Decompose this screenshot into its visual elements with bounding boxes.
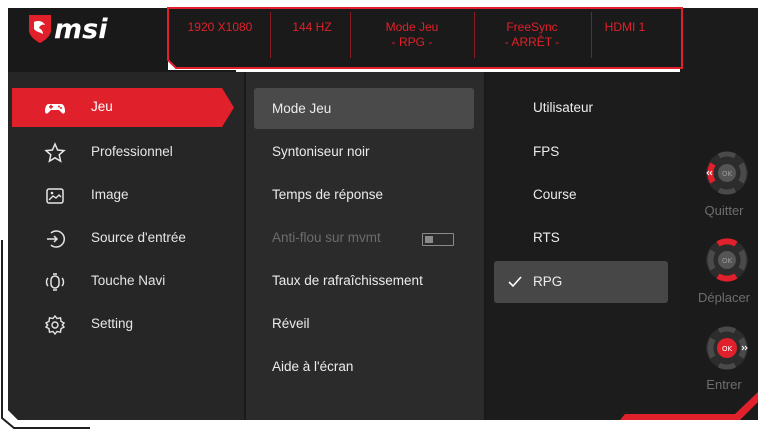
joystick-press-icon: OK <box>706 326 748 370</box>
submenu-item-mode-jeu[interactable]: Mode Jeu <box>254 88 474 129</box>
status-freesync: FreeSync - ARRÊT - <box>476 20 588 50</box>
navi-key-icon <box>44 271 66 293</box>
status-game-mode-value: - RPG - <box>391 35 433 49</box>
menu-item-navi[interactable]: Touche Navi <box>12 262 234 301</box>
gamepad-icon <box>44 97 66 119</box>
option-course[interactable]: Course <box>494 174 668 216</box>
submenu-item-label: Taux de rafraîchissement <box>272 273 423 288</box>
option-label: Utilisateur <box>533 100 594 115</box>
status-resolution: 1920 X1080 <box>176 20 264 35</box>
status-divider <box>591 12 592 58</box>
joystick-updown-icon: OK <box>706 238 748 282</box>
submenu-item-reveil[interactable]: Réveil <box>254 303 474 344</box>
menu-item-label: Image <box>91 187 129 202</box>
toggle-knob <box>425 236 433 243</box>
option-label: FPS <box>533 144 560 159</box>
nav-hint-entrer: Entrer <box>706 377 742 392</box>
anti-flou-toggle <box>422 233 454 246</box>
option-label: Course <box>533 187 577 202</box>
submenu-item-label: Anti-flou sur mvmt <box>272 230 381 245</box>
submenu-item-label: Syntoniseur noir <box>272 144 370 159</box>
option-utilisateur[interactable]: Utilisateur <box>494 87 668 129</box>
key-label: OK <box>722 170 733 178</box>
submenu-item-label: Mode Jeu <box>272 101 332 116</box>
status-game-mode: Mode Jeu - RPG - <box>352 20 472 50</box>
submenu-item-label: Aide à l'écran <box>272 359 354 374</box>
status-freesync-text: FreeSync <box>506 20 558 34</box>
status-input: HDMI 1 <box>592 20 658 35</box>
submenu-item-syntoniseur-noir[interactable]: Syntoniseur noir <box>254 131 474 172</box>
option-rts[interactable]: RTS <box>494 217 668 259</box>
image-icon <box>44 185 66 207</box>
brand-name: msi <box>54 14 108 45</box>
menu-item-jeu[interactable]: Jeu <box>12 88 234 127</box>
status-divider <box>270 12 271 58</box>
gear-icon <box>44 314 66 336</box>
submenu-item-anti-flou: Anti-flou sur mvmt <box>254 217 474 258</box>
option-label: RPG <box>533 274 563 289</box>
status-game-mode-text: Mode Jeu <box>385 20 439 34</box>
key-label: OK <box>722 345 733 353</box>
input-source-icon <box>44 228 66 250</box>
msi-dragon-logo <box>26 12 54 46</box>
submenu-item-aide-ecran[interactable]: Aide à l'écran <box>254 346 474 387</box>
menu-item-label: Touche Navi <box>91 273 166 288</box>
key-label: OK <box>722 257 733 265</box>
submenu-item-label: Réveil <box>272 316 310 331</box>
menu-item-image[interactable]: Image <box>12 176 234 215</box>
submenu-item-taux-rafraichissement[interactable]: Taux de rafraîchissement <box>254 260 474 301</box>
nav-hint-deplacer: Déplacer <box>697 290 751 305</box>
menu-item-label: Professionnel <box>91 144 173 159</box>
star-icon <box>44 142 66 164</box>
menu-item-label: Source d'entrée <box>91 230 186 245</box>
status-refresh: 144 HZ <box>276 20 348 35</box>
status-input-text: HDMI 1 <box>604 20 646 34</box>
status-divider <box>350 12 351 58</box>
menu-item-label: Jeu <box>91 99 113 114</box>
option-label: RTS <box>533 230 560 245</box>
status-refresh-text: 144 HZ <box>292 20 332 34</box>
menu-item-setting[interactable]: Setting <box>12 305 234 344</box>
status-divider <box>474 12 475 58</box>
submenu-item-temps-reponse[interactable]: Temps de réponse <box>254 174 474 215</box>
menu-item-professionnel[interactable]: Professionnel <box>12 133 234 172</box>
status-resolution-text: 1920 X1080 <box>187 20 253 34</box>
joystick-left-icon: OK <box>706 151 748 195</box>
menu-item-source[interactable]: Source d'entrée <box>12 219 234 258</box>
status-freesync-value: - ARRÊT - <box>504 35 560 49</box>
submenu-item-label: Temps de réponse <box>272 187 384 202</box>
nav-hint-quitter: Quitter <box>704 203 744 218</box>
menu-item-label: Setting <box>91 316 134 331</box>
checkmark-icon <box>508 275 522 293</box>
osd-root: msi 1920 X1080 144 HZ Mode Jeu - RPG - F… <box>0 0 766 430</box>
option-fps[interactable]: FPS <box>494 131 668 173</box>
option-rpg[interactable]: RPG <box>494 261 668 303</box>
